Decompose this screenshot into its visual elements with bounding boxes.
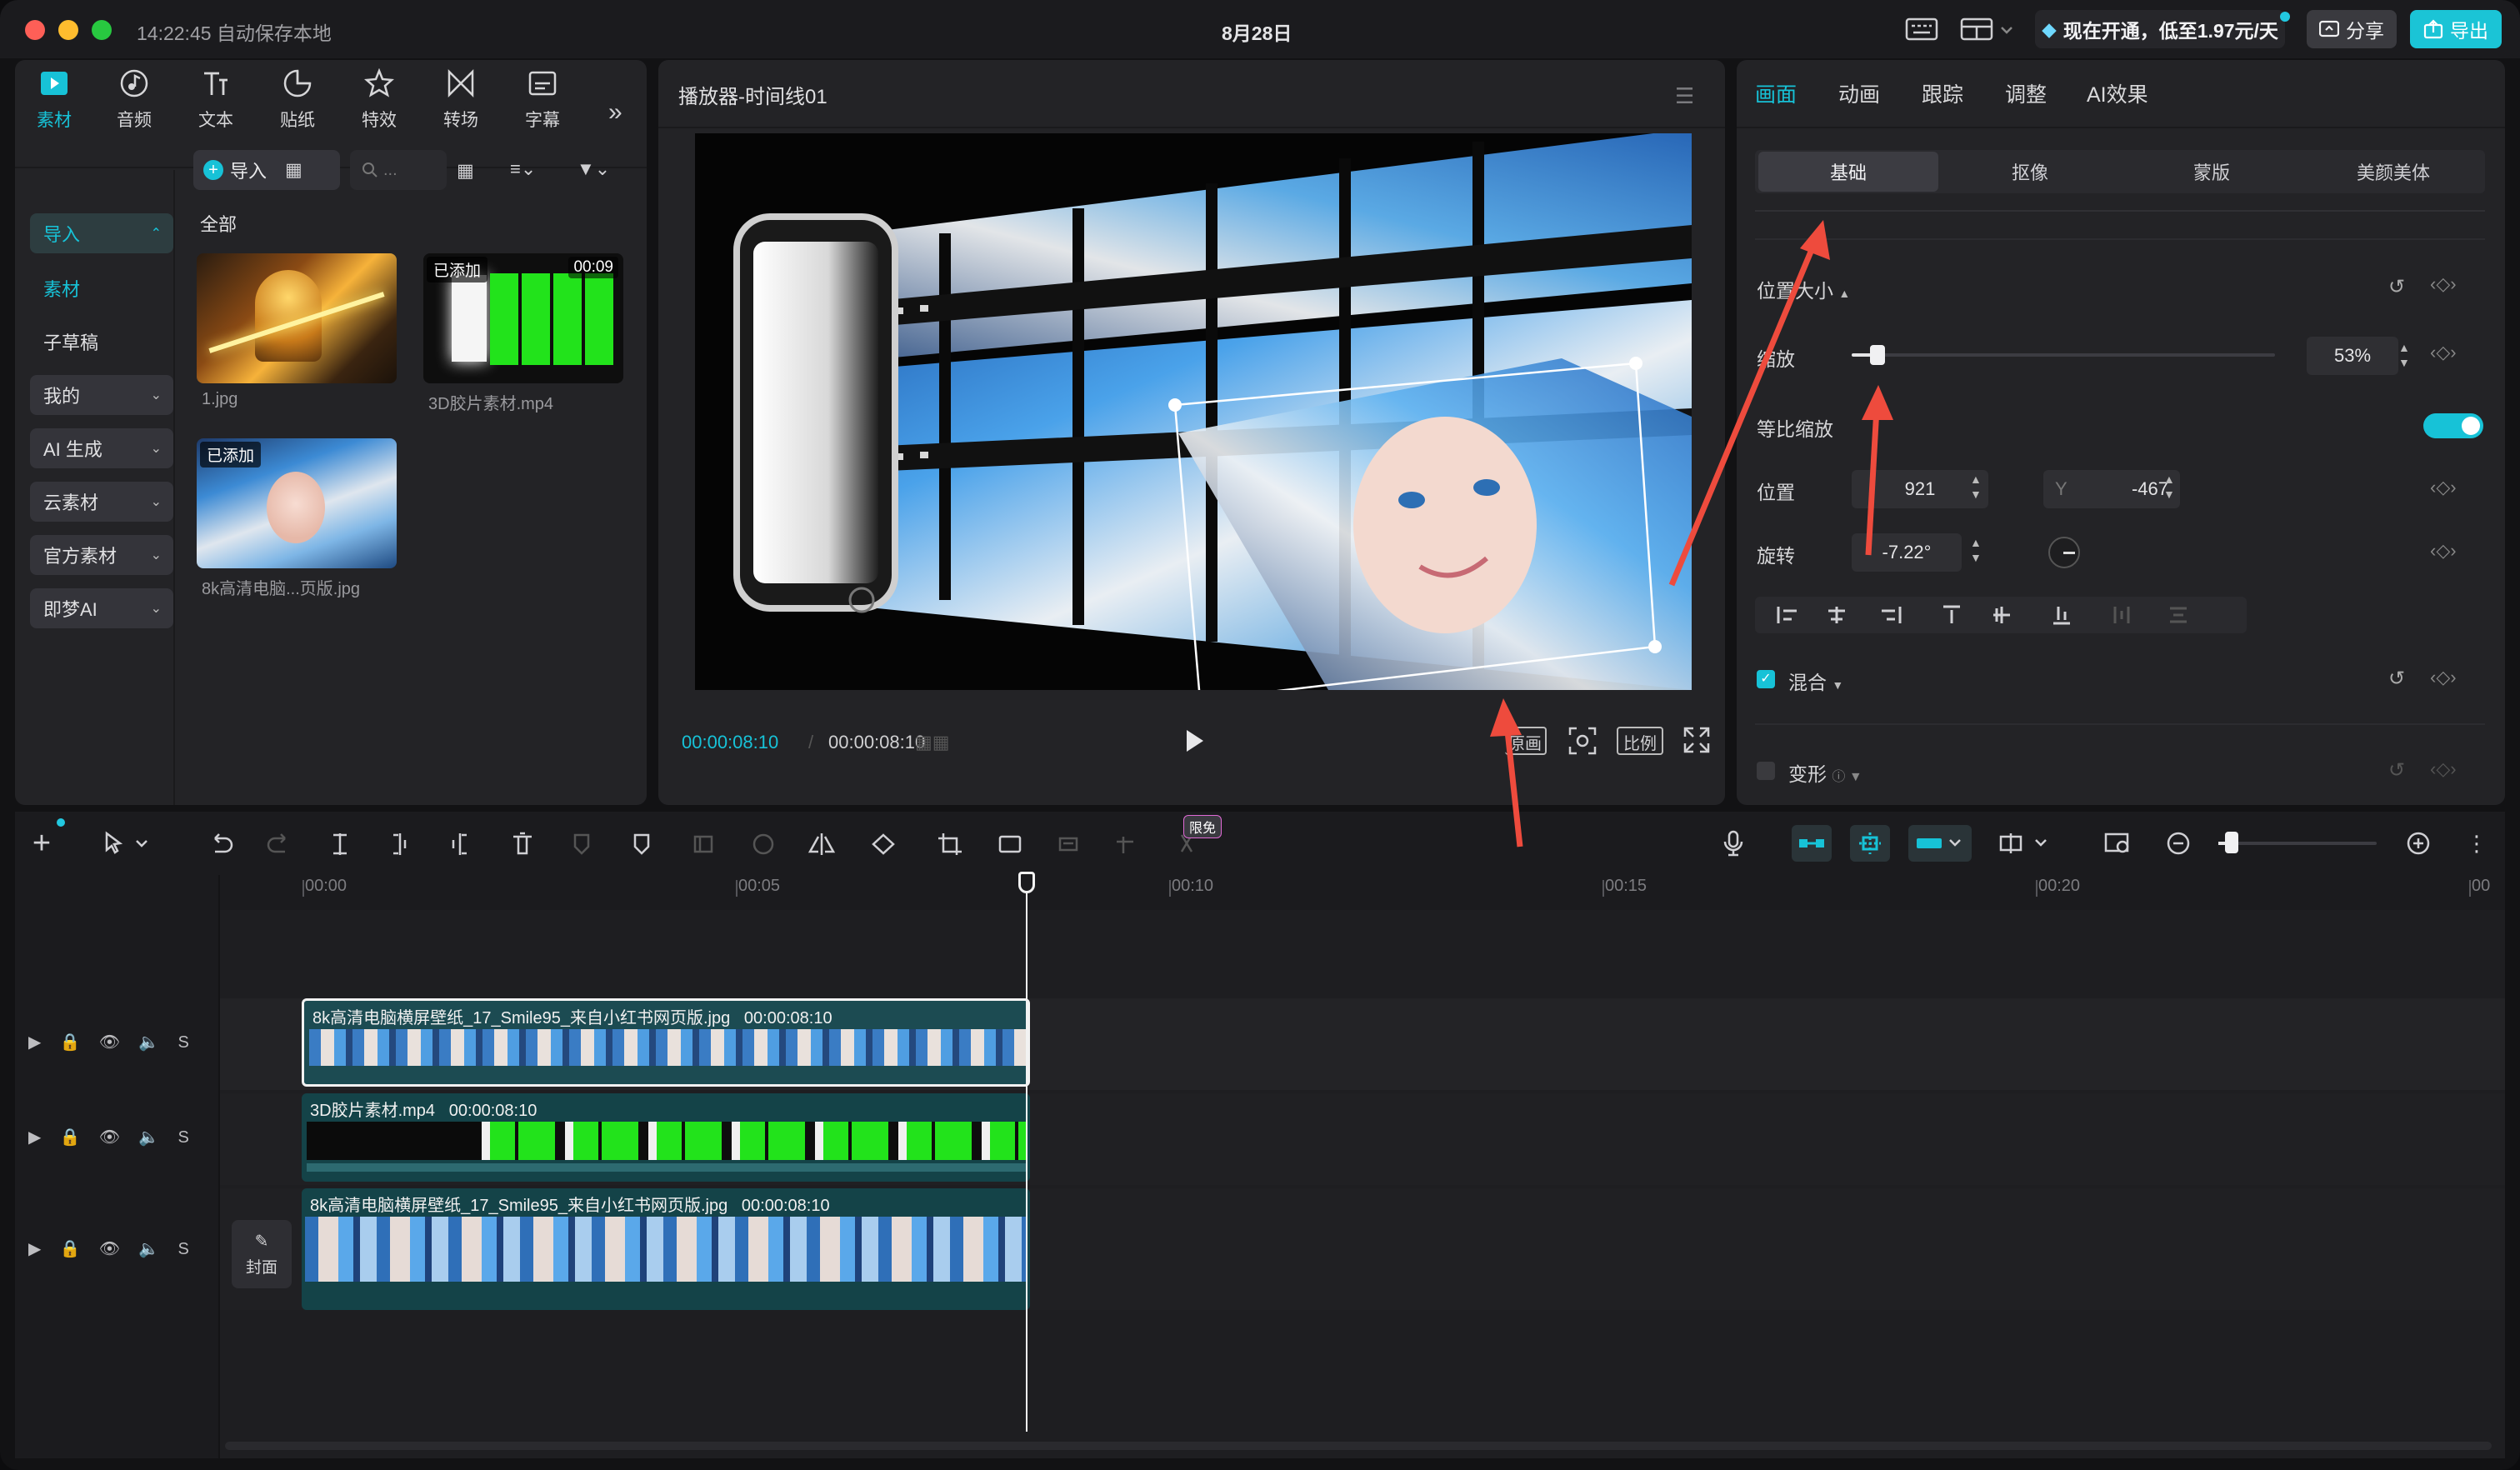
annotation-arrows [1490,220,1893,848]
app-window: 14:22:45 自动保存本地 8月28日 ◆ 现在开通，低至1.97元/天 分… [0,0,2520,1470]
